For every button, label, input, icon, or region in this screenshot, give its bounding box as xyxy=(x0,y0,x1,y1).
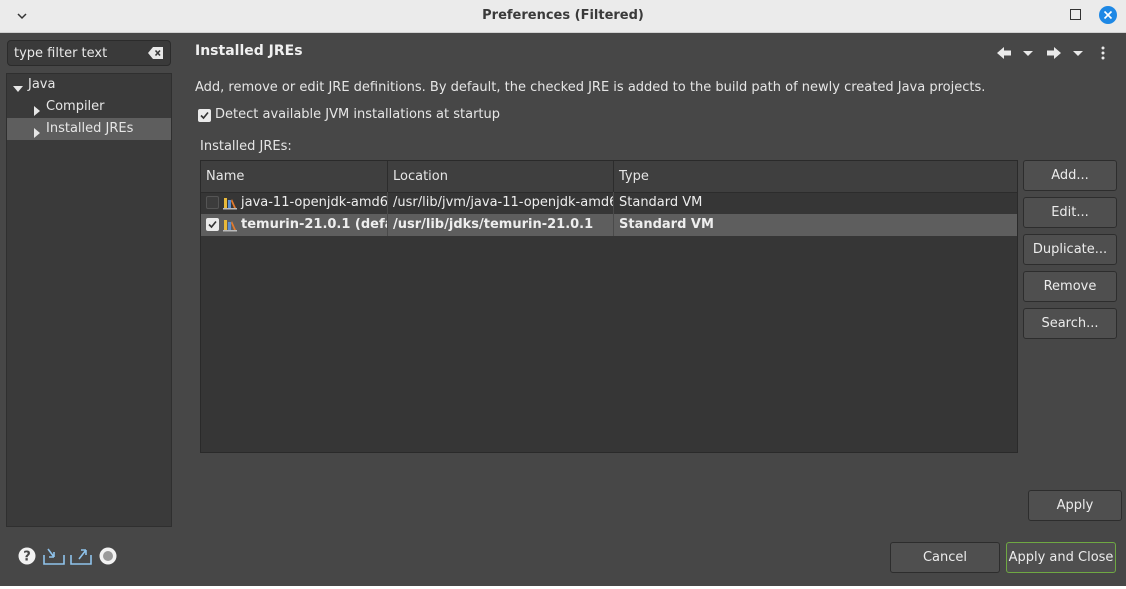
page-description: Add, remove or edit JRE definitions. By … xyxy=(195,80,986,95)
forward-arrow-icon[interactable] xyxy=(1046,46,1062,64)
help-icon[interactable]: ? xyxy=(18,547,36,569)
page-title: Installed JREs xyxy=(195,43,303,59)
expanded-triangle-icon[interactable] xyxy=(13,80,23,92)
table-row[interactable]: java-11-openjdk-amd64 /usr/lib/jvm/java-… xyxy=(201,192,1017,214)
forward-history-dropdown-icon[interactable] xyxy=(1072,46,1084,64)
remove-button[interactable]: Remove xyxy=(1023,271,1117,302)
column-header-type[interactable]: Type xyxy=(614,161,1017,192)
close-icon[interactable] xyxy=(1099,6,1117,24)
collapsed-triangle-icon[interactable] xyxy=(32,102,42,116)
jre-library-icon xyxy=(223,218,237,232)
jre-name-cell: java-11-openjdk-amd64 xyxy=(201,192,388,214)
svg-text:?: ? xyxy=(23,550,31,565)
cancel-button[interactable]: Cancel xyxy=(890,542,1000,573)
detect-jvm-label: Detect available JVM installations at st… xyxy=(215,107,501,122)
tree-item-compiler[interactable]: Compiler xyxy=(7,96,171,118)
duplicate-button[interactable]: Duplicate... xyxy=(1023,234,1117,265)
export-icon[interactable] xyxy=(70,547,92,569)
jre-default-checkbox[interactable] xyxy=(206,218,219,231)
jre-type-cell: Standard VM xyxy=(619,217,714,232)
tree-item-java[interactable]: Java xyxy=(7,74,171,96)
apply-button[interactable]: Apply xyxy=(1028,490,1122,521)
jre-location-cell: /usr/lib/jdks/temurin-21.0.1 xyxy=(388,214,614,236)
installed-jres-label: Installed JREs: xyxy=(200,139,292,154)
maximize-icon[interactable] xyxy=(1070,9,1081,20)
jre-type-cell: Standard VM xyxy=(619,195,703,210)
tree-item-label: Compiler xyxy=(46,99,105,114)
record-icon[interactable] xyxy=(99,547,117,569)
jre-location-cell: /usr/lib/jvm/java-11-openjdk-amd64 xyxy=(388,192,614,214)
more-options-icon[interactable] xyxy=(1100,46,1106,64)
installed-jres-table: Name Location Type java-11-openjdk-amd64… xyxy=(200,160,1018,453)
window-title: Preferences (Filtered) xyxy=(482,8,644,23)
column-header-location[interactable]: Location xyxy=(388,161,614,192)
jre-name-cell: temurin-21.0.1 (default) xyxy=(201,214,388,236)
preference-tree: Java Compiler Installed JREs xyxy=(6,73,172,527)
search-button[interactable]: Search... xyxy=(1023,308,1117,339)
table-row[interactable]: temurin-21.0.1 (default) /usr/lib/jdks/t… xyxy=(201,214,1017,236)
back-history-dropdown-icon[interactable] xyxy=(1022,46,1034,64)
tree-item-label: Java xyxy=(28,77,56,92)
filter-input[interactable] xyxy=(14,44,142,62)
jre-name: java-11-openjdk-amd64 xyxy=(241,195,388,210)
jre-default-checkbox[interactable] xyxy=(206,196,219,209)
column-header-name[interactable]: Name xyxy=(201,161,388,192)
jre-name: temurin-21.0.1 (default) xyxy=(241,217,387,232)
title-bar: Preferences (Filtered) xyxy=(0,0,1126,33)
table-header: Name Location Type xyxy=(201,161,1017,193)
preferences-body: Java Compiler Installed JREs ? xyxy=(0,33,1126,586)
detect-jvm-checkbox[interactable] xyxy=(198,109,211,122)
jre-library-icon xyxy=(223,196,237,210)
tree-item-label: Installed JREs xyxy=(46,121,134,136)
tree-item-installed-jres[interactable]: Installed JREs xyxy=(7,118,171,140)
add-button[interactable]: Add... xyxy=(1023,160,1117,191)
clear-filter-icon[interactable] xyxy=(148,46,164,60)
apply-and-close-button[interactable]: Apply and Close xyxy=(1006,542,1116,573)
edit-button[interactable]: Edit... xyxy=(1023,197,1117,228)
collapsed-triangle-icon[interactable] xyxy=(32,124,42,138)
import-icon[interactable] xyxy=(43,547,65,569)
back-arrow-icon[interactable] xyxy=(996,46,1012,64)
filter-box xyxy=(7,40,171,66)
